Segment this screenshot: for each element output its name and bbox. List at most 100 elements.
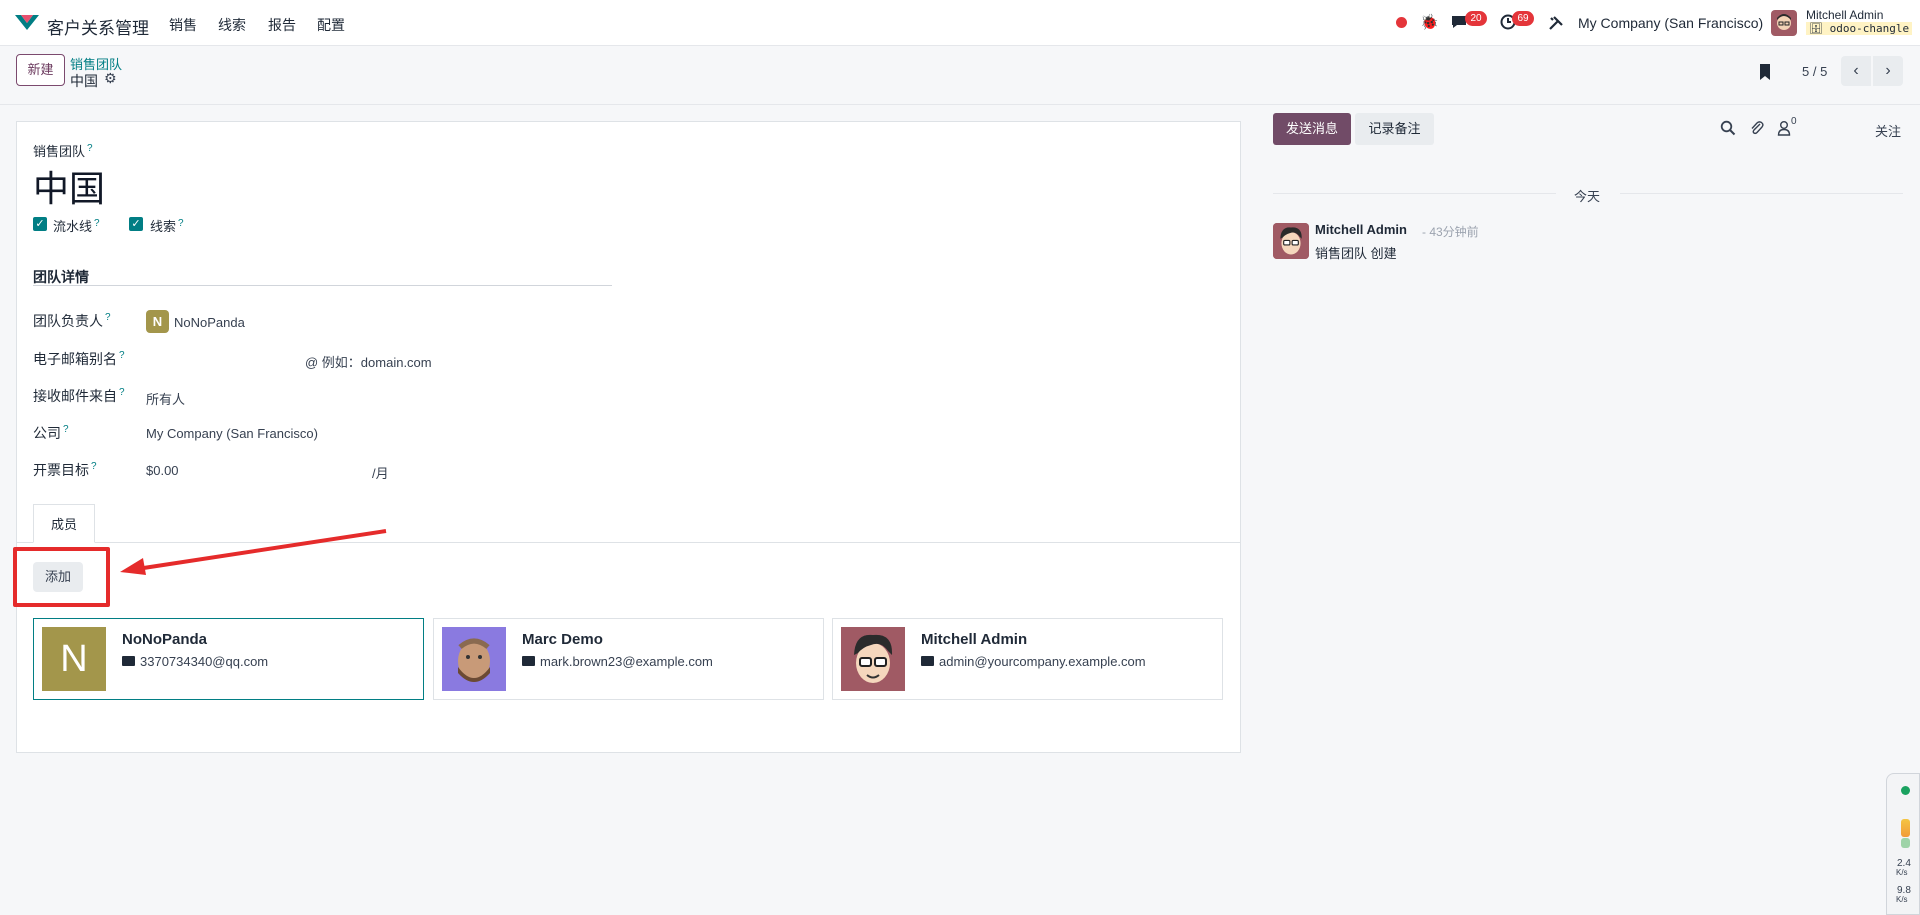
- email-alias-input[interactable]: [146, 352, 296, 370]
- leads-checkbox[interactable]: ✓: [129, 217, 143, 231]
- record-name-input[interactable]: 中国: [33, 160, 105, 212]
- pager-value[interactable]: 5 / 5: [1802, 64, 1827, 79]
- message-time: - 43分钟前: [1422, 225, 1479, 239]
- help-icon[interactable]: ?: [119, 350, 125, 361]
- level-bar-icon: [1901, 819, 1910, 837]
- member-email: 3370734340@qq.com: [122, 654, 268, 669]
- field-label-text: 公司: [33, 425, 61, 441]
- download-unit: K/s: [1896, 895, 1908, 904]
- member-name: Mitchell Admin: [921, 631, 1028, 648]
- member-name: Marc Demo: [522, 631, 603, 648]
- bookmark-icon[interactable]: [1758, 63, 1772, 81]
- alias-domain-field[interactable]: @ 例如：domain.com: [305, 352, 432, 371]
- message-body: 销售团队 创建: [1315, 246, 1397, 261]
- member-card-marc-demo[interactable]: Marc Demo mark.brown23@example.com: [433, 618, 824, 700]
- activities-badge: 69: [1512, 11, 1534, 26]
- company-field[interactable]: My Company (San Francisco): [146, 426, 318, 441]
- annotation-arrow-icon: [120, 529, 387, 575]
- tools-icon[interactable]: [1548, 15, 1564, 31]
- field-label-invoicing-target: 开票目标?: [33, 460, 97, 480]
- field-label-text: 接收邮件来自: [33, 388, 117, 404]
- leads-label: 线索?: [150, 216, 184, 235]
- title-label: 销售团队?: [33, 141, 93, 160]
- message-author-avatar[interactable]: [1273, 223, 1309, 259]
- followers-count: 0: [1791, 116, 1797, 127]
- followers-user-icon[interactable]: [1777, 120, 1791, 136]
- upload-unit: K/s: [1896, 868, 1908, 877]
- member-card-mitchell-admin[interactable]: Mitchell Admin admin@yourcompany.example…: [832, 618, 1223, 700]
- field-label-email-alias: 电子邮箱别名?: [33, 349, 125, 369]
- accept-from-select[interactable]: 所有人: [146, 389, 185, 408]
- help-icon[interactable]: ?: [178, 218, 184, 229]
- database-label: odoo-changle: [1829, 22, 1910, 35]
- gear-icon[interactable]: ⚙: [104, 70, 117, 87]
- envelope-icon: [522, 656, 535, 666]
- help-icon[interactable]: ?: [87, 143, 93, 154]
- day-label: 今天: [1574, 189, 1601, 204]
- menu-sales[interactable]: 销售: [169, 15, 197, 35]
- debug-bug-icon[interactable]: 🐞: [1420, 13, 1439, 31]
- pipeline-label: 流水线?: [53, 216, 100, 235]
- pager-previous-button[interactable]: ‹: [1841, 56, 1871, 86]
- help-icon[interactable]: ?: [91, 461, 97, 472]
- control-panel-divider: [0, 104, 1920, 105]
- help-icon[interactable]: ?: [94, 218, 100, 229]
- send-message-button[interactable]: 发送消息: [1273, 113, 1351, 145]
- company-switcher[interactable]: My Company (San Francisco): [1578, 15, 1763, 31]
- help-icon[interactable]: ?: [119, 387, 125, 398]
- envelope-icon: [122, 656, 135, 666]
- invoicing-target-input[interactable]: $0.00: [146, 463, 179, 478]
- day-divider-left: [1273, 193, 1556, 194]
- level-bar-base-icon: [1901, 838, 1910, 848]
- follow-button[interactable]: 关注: [1875, 121, 1901, 140]
- pipeline-label-text: 流水线: [53, 219, 93, 234]
- log-note-button[interactable]: 记录备注: [1355, 113, 1434, 145]
- menu-configuration[interactable]: 配置: [317, 15, 345, 35]
- field-label-text: 开票目标: [33, 462, 89, 478]
- envelope-icon: [921, 656, 934, 666]
- database-name: 🗄 odoo-changle: [1806, 22, 1913, 35]
- member-avatar: [442, 627, 506, 691]
- search-icon[interactable]: [1720, 120, 1736, 136]
- member-name: NoNoPanda: [122, 631, 208, 648]
- target-unit: /月: [372, 466, 389, 481]
- member-email-text: 3370734340@qq.com: [140, 654, 269, 669]
- annotation-highlight-box: [13, 547, 110, 607]
- team-leader-field[interactable]: NoNoPanda: [174, 315, 245, 330]
- messages-badge: 20: [1465, 11, 1487, 26]
- new-button[interactable]: 新建: [16, 54, 65, 86]
- section-title-team-details: 团队详情: [33, 269, 89, 285]
- breadcrumb-current: 中国: [70, 73, 98, 89]
- member-email-text: admin@yourcompany.example.com: [939, 654, 1146, 669]
- member-email: mark.brown23@example.com: [522, 654, 713, 669]
- field-label-team-leader: 团队负责人?: [33, 311, 111, 331]
- tab-members[interactable]: 成员: [33, 504, 95, 543]
- user-name[interactable]: Mitchell Admin: [1806, 8, 1883, 22]
- field-label-company: 公司?: [33, 423, 69, 443]
- member-card-nonopanda[interactable]: N NoNoPanda 3370734340@qq.com: [33, 618, 424, 700]
- app-title[interactable]: 客户关系管理: [47, 14, 149, 39]
- paperclip-icon[interactable]: [1749, 120, 1765, 136]
- menu-leads[interactable]: 线索: [218, 15, 246, 35]
- member-avatar: N: [42, 627, 106, 691]
- leads-label-text: 线索: [150, 219, 177, 234]
- field-label-text: 团队负责人: [33, 313, 103, 329]
- title-label-text: 销售团队: [33, 144, 86, 159]
- section-divider: [33, 285, 612, 286]
- recording-dot-icon[interactable]: [1396, 17, 1407, 28]
- member-email: admin@yourcompany.example.com: [921, 654, 1146, 669]
- message-author[interactable]: Mitchell Admin: [1315, 222, 1407, 237]
- help-icon[interactable]: ?: [105, 312, 111, 323]
- crm-app-logo-icon[interactable]: [14, 12, 40, 32]
- field-label-text: 电子邮箱别名: [33, 351, 117, 367]
- status-dot-icon: [1901, 786, 1910, 795]
- pager-next-button[interactable]: ›: [1873, 56, 1903, 86]
- member-email-text: mark.brown23@example.com: [540, 654, 713, 669]
- help-icon[interactable]: ?: [63, 424, 69, 435]
- pipeline-checkbox[interactable]: ✓: [33, 217, 47, 231]
- field-label-accept-from: 接收邮件来自?: [33, 386, 125, 406]
- manager-avatar: N: [146, 310, 169, 333]
- network-monitor-widget[interactable]: 2.4 K/s 9.8 K/s: [1886, 773, 1920, 915]
- user-avatar[interactable]: [1771, 10, 1797, 36]
- menu-reporting[interactable]: 报告: [268, 15, 296, 35]
